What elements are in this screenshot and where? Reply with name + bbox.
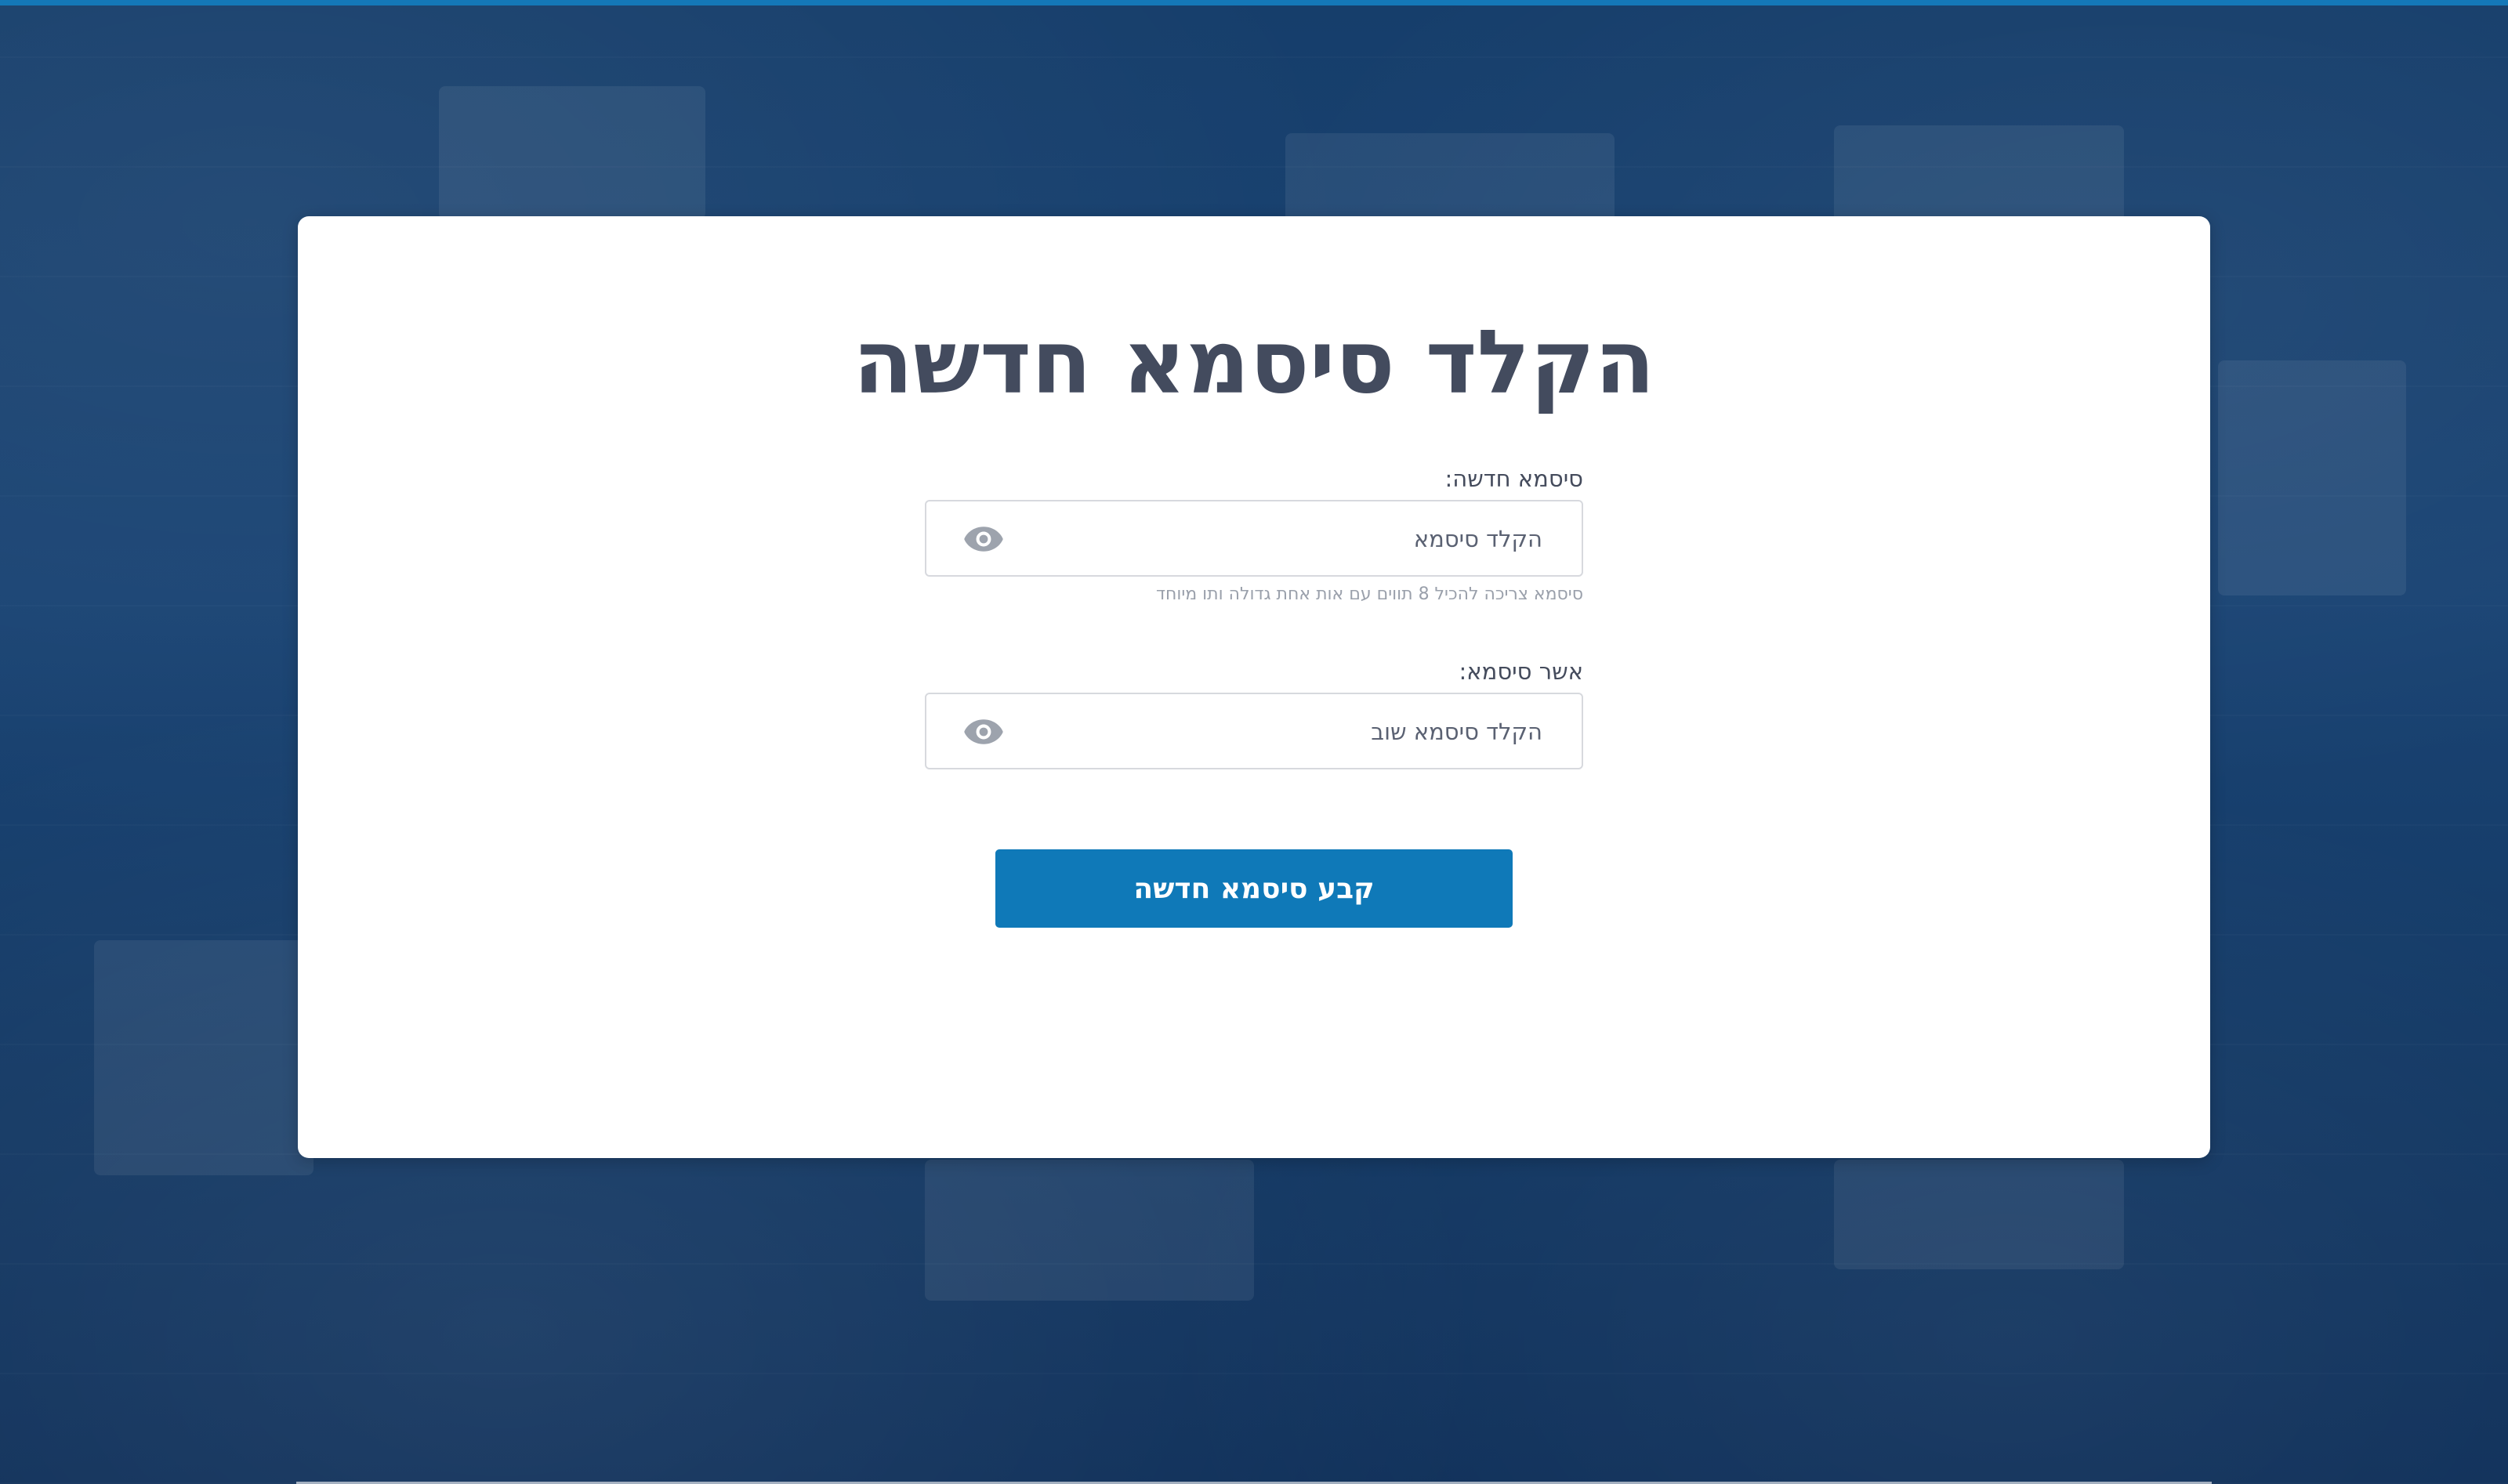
confirm-password-label: אשר סיסמא: — [1459, 658, 1584, 685]
page-title: הקלד סיסמא חדשה — [853, 312, 1655, 414]
set-new-password-button[interactable]: קבע סיסמא חדשה — [995, 849, 1513, 928]
confirm-password-input[interactable] — [1055, 694, 1544, 769]
confirm-password-field-wrapper — [925, 693, 1583, 769]
eye-icon[interactable] — [962, 716, 1005, 747]
new-password-label: סיסמא חדשה: — [1444, 465, 1583, 492]
confirm-password-group: אשר סיסמא: — [925, 658, 1583, 769]
page: הקלד סיסמא חדשה סיסמא חדשה: סיסמא צריכה … — [0, 0, 2508, 1484]
new-password-field-wrapper — [925, 500, 1583, 577]
new-password-group: סיסמא חדשה: סיסמא צריכה להכיל 8 תווים עם… — [925, 465, 1583, 604]
eye-icon[interactable] — [962, 523, 1005, 555]
reset-password-card: הקלד סיסמא חדשה סיסמא חדשה: סיסמא צריכה … — [298, 216, 2210, 1158]
top-accent-bar — [0, 0, 2508, 5]
password-requirements-hint: סיסמא צריכה להכיל 8 תווים עם אות אחת גדו… — [1155, 585, 1583, 604]
new-password-input[interactable] — [1055, 501, 1544, 577]
